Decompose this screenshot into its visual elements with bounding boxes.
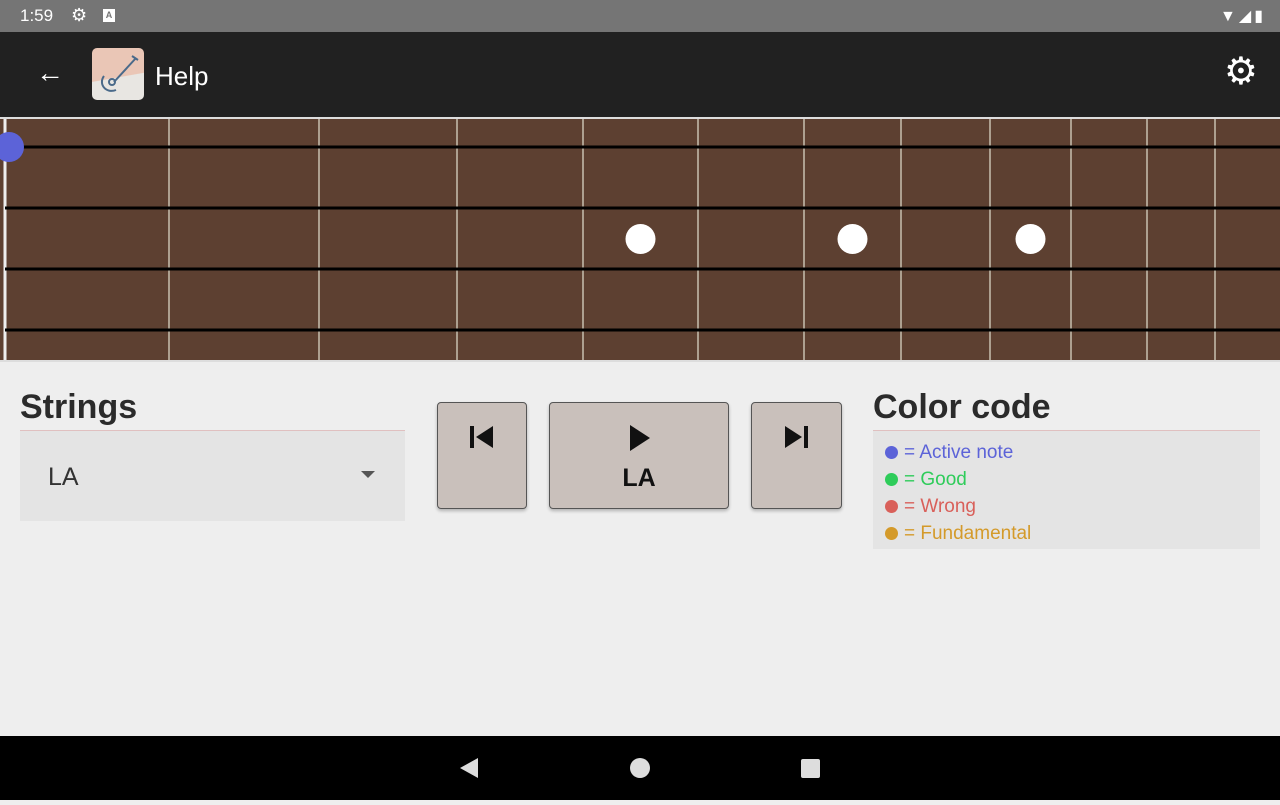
app-bar: ← Help ⚙ [0,32,1280,117]
color-dot-icon [885,527,898,540]
back-arrow-icon[interactable]: ← [36,58,64,88]
inlay-dot [837,224,868,254]
legend-item: = Wrong [885,493,1260,520]
nav-back-icon[interactable] [460,758,478,778]
a-notification-icon: A [103,9,115,22]
app-logo-guitar-icon [92,48,144,100]
play-button[interactable]: LA [549,402,729,509]
page-title: Help [155,61,209,91]
color-dot-icon [885,446,898,459]
color-dot-icon [885,500,898,513]
color-dot-icon [885,473,898,486]
play-note-label: LA [622,464,656,492]
legend-label: = Active note [904,441,1014,463]
active-note-marker [0,132,24,162]
legend-item: = Active note [885,439,1260,466]
nav-recents-icon[interactable] [801,759,820,778]
wifi-signal-battery-icons: ▼◢▮ [1220,8,1266,25]
legend-label: = Fundamental [904,522,1032,544]
previous-button[interactable] [437,402,527,509]
legend-item: = Good [885,466,1260,493]
fretboard[interactable] [0,117,1280,362]
color-legend: = Active note = Good = Wrong = Fundamental [873,430,1260,549]
legend-label: = Wrong [904,495,976,517]
play-icon [630,425,650,451]
inlay-dot [625,224,656,254]
color-code-heading: Color code [873,388,1051,426]
dropdown-arrow-icon [361,471,375,478]
legend-item: = Fundamental [885,520,1260,547]
clock: 1:59 [20,6,54,25]
nav-home-icon[interactable] [630,758,650,778]
skip-next-icon [784,426,808,448]
status-bar: 1:59 ⚙ A ▼◢▮ [0,0,1280,32]
strings-heading: Strings [20,388,138,426]
string-dropdown[interactable]: LA [20,430,405,521]
skip-previous-icon [470,426,493,448]
inlay-dot [1015,224,1046,254]
next-button[interactable] [751,402,842,509]
settings-notification-icon: ⚙ [71,5,88,25]
navigation-bar [0,736,1280,800]
legend-label: = Good [904,468,967,490]
string-selected-value: LA [48,463,79,491]
settings-gear-icon[interactable]: ⚙ [1224,52,1258,92]
